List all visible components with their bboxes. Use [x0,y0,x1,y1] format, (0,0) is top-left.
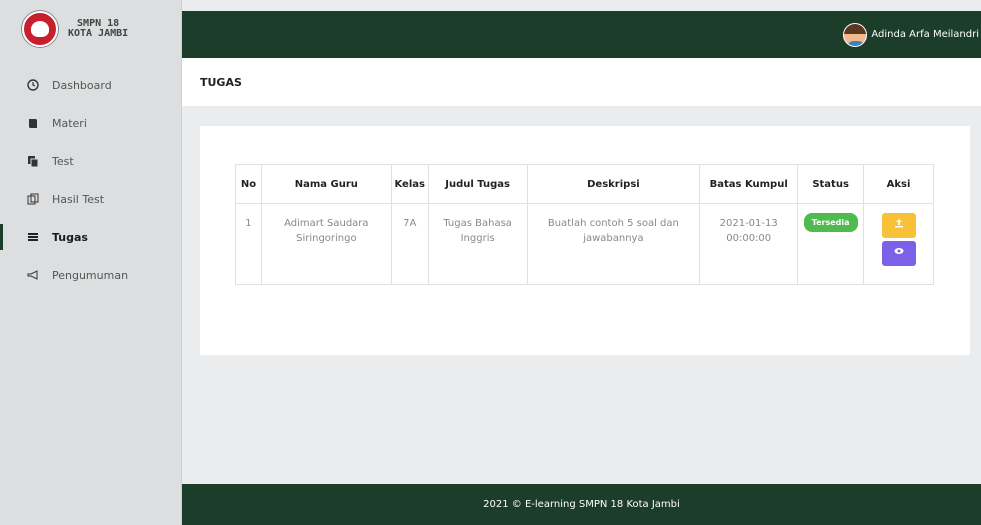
user-menu[interactable]: Adinda Arfa Meilandri [843,22,981,47]
brand-line2: KOTA JAMBI [68,28,129,39]
sidebar-item-label: Hasil Test [52,192,105,206]
col-batas: Batas Kumpul [699,164,799,204]
col-status: Status [797,164,865,204]
col-deskripsi: Deskripsi [526,164,701,204]
copy-icon [26,154,40,168]
brand[interactable]: SMPN 18 KOTA JAMBI [0,0,181,58]
tasks-table: No Nama Guru Kelas Judul Tugas Deskripsi… [235,164,934,285]
cell-kelas: 7A [390,203,429,285]
sidebar-item-pengumuman[interactable]: Pengumuman [0,256,181,294]
cell-batas: 2021-01-13 00:00:00 [699,203,799,285]
sidebar-item-label: Tugas [52,230,88,244]
eye-icon [894,248,904,254]
footer: 2021 © E-learning SMPN 18 Kota Jambi [182,484,981,525]
school-logo-icon [22,11,58,47]
upload-button[interactable] [881,213,916,238]
upload-icon [894,219,903,228]
cell-judul: Tugas Bahasa Inggris [427,203,528,285]
clipboard-icon [26,192,40,206]
status-badge: Tersedia [803,213,858,232]
sidebar-nav: Dashboard Materi Test Hasil Test Tugas P… [0,66,181,294]
table-row: 1 Adimart Saudara Siringoringo 7A Tugas … [235,203,934,285]
col-aksi: Aksi [863,164,934,204]
col-no: No [235,164,262,204]
cell-aksi [863,203,934,285]
avatar [843,22,868,47]
col-judul: Judul Tugas [427,164,528,204]
topbar: Adinda Arfa Meilandri [182,11,981,58]
cell-deskripsi: Buatlah contoh 5 soal dan jawabannya [526,203,701,285]
cell-no: 1 [235,203,262,285]
page-title: TUGAS [182,58,981,106]
clock-icon [26,78,40,92]
sidebar-item-label: Test [52,154,74,168]
cell-nama-guru: Adimart Saudara Siringoringo [260,203,392,285]
sidebar-item-label: Dashboard [52,78,112,92]
user-name: Adinda Arfa Meilandri [871,29,979,40]
sidebar-item-label: Materi [52,116,87,130]
table-header-row: No Nama Guru Kelas Judul Tugas Deskripsi… [235,164,934,204]
megaphone-icon [26,268,40,282]
sidebar-item-label: Pengumuman [52,268,129,282]
sidebar-item-tugas[interactable]: Tugas [0,218,181,256]
sidebar: SMPN 18 KOTA JAMBI Dashboard Materi Test [0,0,182,525]
book-icon [26,116,40,130]
brand-text: SMPN 18 KOTA JAMBI [68,19,128,39]
footer-text: 2021 © E-learning SMPN 18 Kota Jambi [483,499,680,510]
list-icon [26,230,40,244]
col-nama-guru: Nama Guru [260,164,392,204]
content-card: No Nama Guru Kelas Judul Tugas Deskripsi… [200,126,970,355]
cell-status: Tersedia [797,203,865,285]
sidebar-item-dashboard[interactable]: Dashboard [0,66,181,104]
sidebar-item-materi[interactable]: Materi [0,104,181,142]
col-kelas: Kelas [390,164,429,204]
sidebar-item-hasil-test[interactable]: Hasil Test [0,180,181,218]
view-button[interactable] [881,241,916,266]
sidebar-item-test[interactable]: Test [0,142,181,180]
